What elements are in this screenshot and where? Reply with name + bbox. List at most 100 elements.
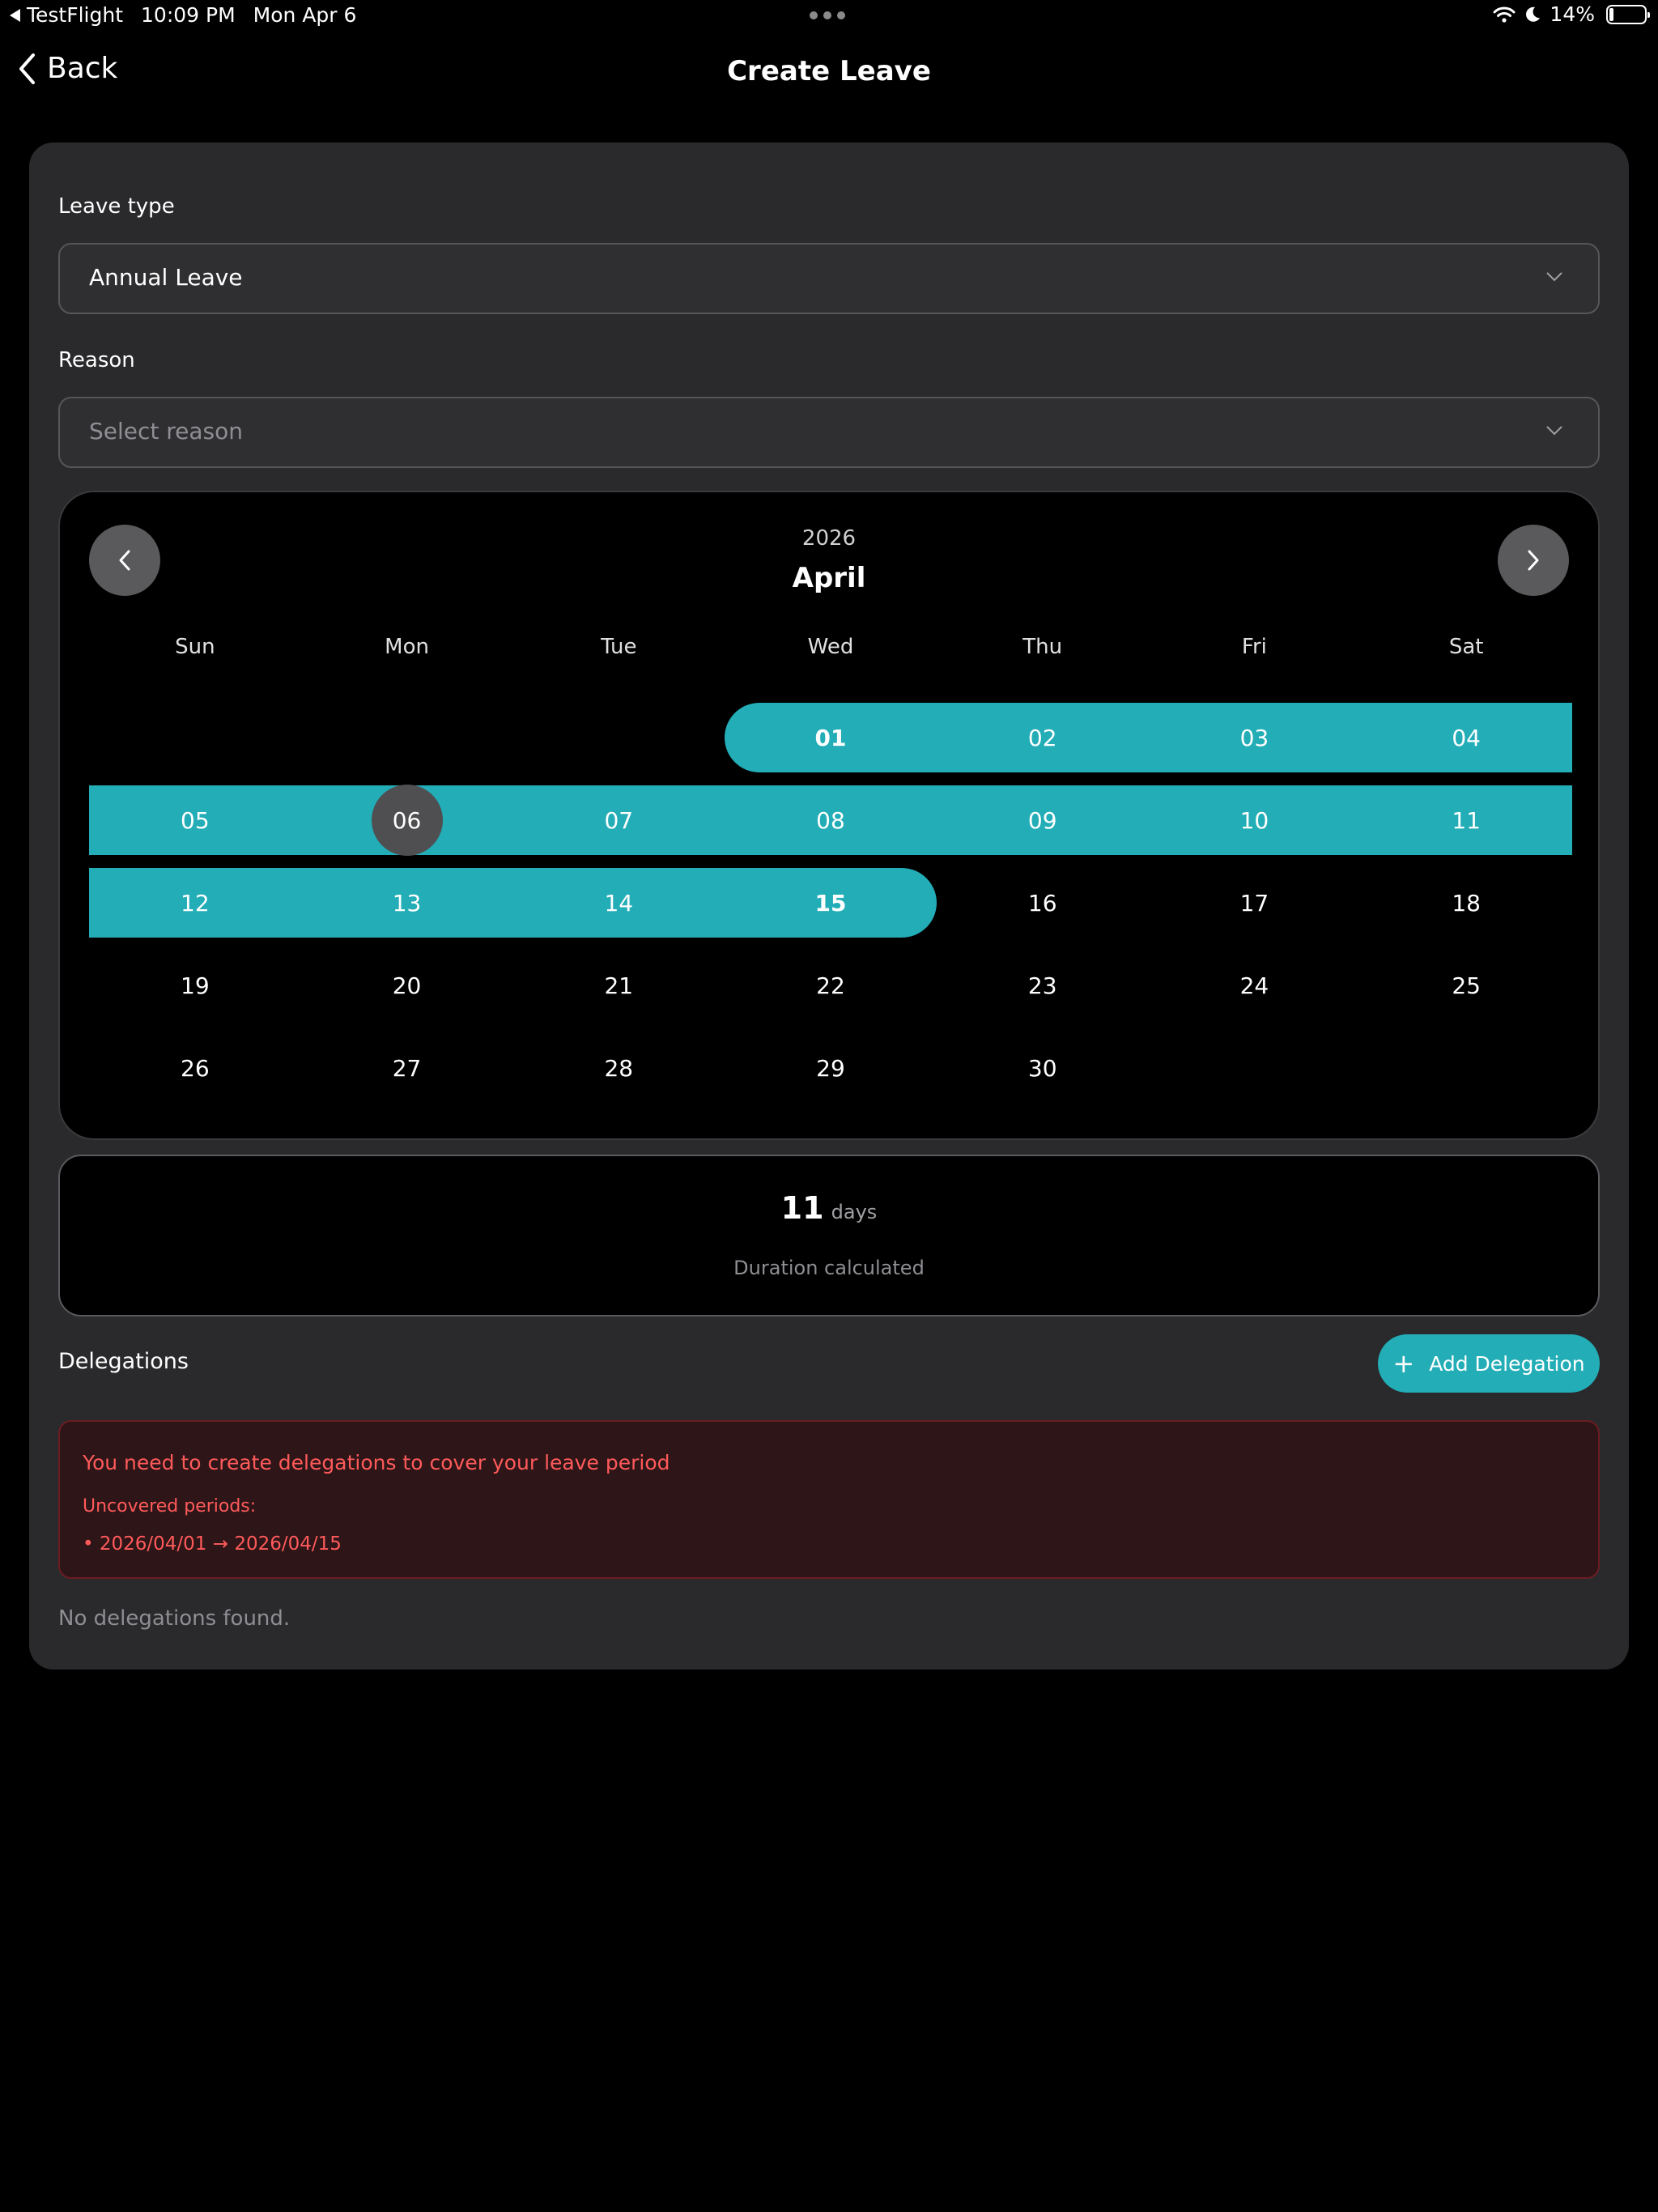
calendar-day-28[interactable]: 28 [512, 1027, 725, 1109]
day-number: 25 [1452, 972, 1481, 999]
day-number: 14 [604, 889, 634, 917]
day-number: 22 [816, 972, 845, 999]
day-number: 12 [181, 889, 210, 917]
status-right: 14% [1493, 2, 1650, 26]
duration-count: 11 [780, 1190, 824, 1226]
battery-icon [1606, 4, 1650, 24]
calendar-day-02[interactable]: 02 [936, 696, 1149, 779]
weekday-mon: Mon [385, 635, 429, 659]
calendar-day-22[interactable]: 22 [725, 944, 937, 1027]
calendar-day-01[interactable]: 01 [725, 696, 937, 779]
calendar-month: April [792, 562, 866, 594]
status-time: 10:09 PM [141, 3, 236, 27]
day-number: 17 [1239, 889, 1269, 917]
calendar-day-18[interactable]: 18 [1360, 861, 1572, 944]
reason-label: Reason [58, 348, 135, 372]
day-number: 03 [1239, 724, 1269, 751]
weekday-header: Sun Mon Tue Wed Thu Fri Sat [89, 635, 1572, 659]
leave-type-select[interactable]: Annual Leave [58, 243, 1600, 314]
day-number: 10 [1239, 806, 1269, 834]
duration-unit: days [831, 1201, 878, 1223]
calendar-day-14[interactable]: 14 [512, 861, 725, 944]
calendar-day-23[interactable]: 23 [937, 944, 1149, 1027]
multitasking-dots-icon[interactable] [810, 11, 845, 19]
calendar-day-27[interactable]: 27 [301, 1027, 513, 1109]
uncovered-periods-alert: You need to create delegations to cover … [58, 1420, 1600, 1579]
uncovered-period-item: • 2026/04/01 → 2026/04/15 [83, 1534, 342, 1555]
calendar-day-06[interactable]: 06 [300, 779, 513, 861]
day-number: 05 [181, 806, 210, 834]
calendar-day-04[interactable]: 04 [1360, 696, 1572, 779]
wifi-icon [1493, 6, 1516, 23]
status-date: Mon Apr 6 [253, 3, 357, 27]
day-grid: 01 02 03 04 05 06 07 08 09 10 11 12 13 14 15 16 17 18 19 20… [89, 696, 1572, 1109]
calendar-day-17[interactable]: 17 [1149, 861, 1361, 944]
calendar-day-29[interactable]: 29 [725, 1027, 937, 1109]
day-number: 27 [392, 1054, 422, 1082]
calendar-day-08[interactable]: 08 [725, 779, 937, 861]
weekday-tue: Tue [601, 635, 637, 659]
calendar-day-26[interactable]: 26 [89, 1027, 301, 1109]
calendar-day-05[interactable]: 05 [89, 779, 301, 861]
day-number: 04 [1452, 724, 1481, 751]
battery-percent: 14% [1550, 2, 1595, 26]
day-number: 11 [1452, 806, 1481, 834]
alert-subtitle: Uncovered periods: [83, 1496, 257, 1516]
calendar-day-30[interactable]: 30 [937, 1027, 1149, 1109]
calendar-empty-cell [301, 696, 513, 779]
duration-summary: 11 days Duration calculated [58, 1155, 1600, 1317]
calendar-day-10[interactable]: 10 [1148, 779, 1361, 861]
leave-type-value: Annual Leave [89, 264, 243, 291]
day-number: 15 [814, 889, 847, 917]
day-number: 02 [1027, 724, 1057, 751]
moon-icon [1526, 6, 1541, 22]
calendar-day-09[interactable]: 09 [936, 779, 1149, 861]
calendar-day-03[interactable]: 03 [1148, 696, 1361, 779]
reason-select[interactable]: Select reason [58, 397, 1600, 468]
chevron-down-icon [1546, 426, 1562, 436]
back-to-app-icon[interactable] [10, 8, 20, 22]
chevron-right-icon [1528, 550, 1539, 571]
day-number: 26 [181, 1054, 210, 1082]
add-delegation-button[interactable]: + Add Delegation [1378, 1334, 1600, 1393]
calendar-day-11[interactable]: 11 [1360, 779, 1572, 861]
calendar-year: 2026 [801, 526, 857, 551]
calendar-day-24[interactable]: 24 [1149, 944, 1361, 1027]
calendar-day-15[interactable]: 15 [725, 861, 937, 944]
calendar-day-16[interactable]: 16 [937, 861, 1149, 944]
day-number: 01 [814, 724, 847, 751]
day-number: 29 [816, 1054, 845, 1082]
reason-placeholder: Select reason [89, 418, 244, 445]
day-number: 24 [1239, 972, 1269, 999]
calendar-day-19[interactable]: 19 [89, 944, 301, 1027]
duration-caption: Duration calculated [733, 1257, 925, 1279]
day-number: 19 [181, 972, 210, 999]
delegations-title: Delegations [58, 1349, 189, 1374]
calendar-day-21[interactable]: 21 [512, 944, 725, 1027]
navigation-bar: Back Create Leave [0, 40, 1658, 105]
day-number: 08 [816, 806, 845, 834]
weekday-thu: Thu [1022, 635, 1063, 659]
status-bar: TestFlight 10:09 PM Mon Apr 6 14% [0, 0, 1658, 32]
calendar-day-25[interactable]: 25 [1360, 944, 1572, 1027]
status-app-name[interactable]: TestFlight [27, 3, 123, 27]
alert-title: You need to create delegations to cover … [83, 1451, 670, 1474]
day-number: 07 [604, 806, 634, 834]
day-number: 13 [392, 889, 422, 917]
day-number: 30 [1027, 1054, 1057, 1082]
duration-value: 11 days [60, 1190, 1598, 1226]
day-number: 20 [392, 972, 422, 999]
calendar-day-13[interactable]: 13 [300, 861, 513, 944]
weekday-sat: Sat [1448, 635, 1484, 659]
calendar-empty-cell [89, 696, 301, 779]
day-number: 28 [604, 1054, 634, 1082]
calendar-day-20[interactable]: 20 [301, 944, 513, 1027]
day-number: 21 [604, 972, 634, 999]
form-card: Leave type Annual Leave Reason Select re… [29, 143, 1629, 1670]
next-month-button[interactable] [1498, 525, 1569, 596]
day-number: 16 [1027, 889, 1057, 917]
calendar-day-12[interactable]: 12 [89, 861, 301, 944]
weekday-wed: Wed [807, 635, 854, 659]
day-number: 23 [1027, 972, 1057, 999]
calendar-day-07[interactable]: 07 [512, 779, 725, 861]
